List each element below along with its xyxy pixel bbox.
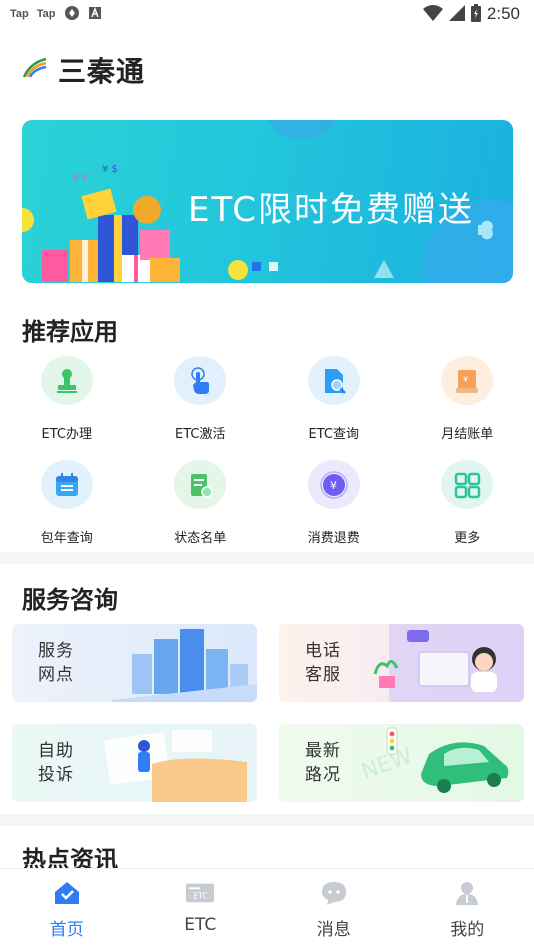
taptap-notification-label: Tap: [36, 8, 56, 20]
promo-banner[interactable]: $ ¥ ¥ $ ETC限时免费赠送: [22, 120, 513, 283]
app-label: 包年查询: [40, 531, 93, 546]
app-label: 月结账单: [441, 427, 494, 442]
nav-label: 首页: [49, 920, 84, 940]
app-label: 消费退费: [307, 531, 360, 546]
message-icon: [319, 879, 349, 907]
recommended-app-grid: ETC办理 ETC激活 ETC查询 ¥ 月结账单 包年查询 状态名单 ¥ 消费退…: [0, 350, 534, 546]
app-title: 三秦通: [58, 55, 146, 88]
app-label: 更多: [454, 531, 481, 546]
app-item-refund[interactable]: ¥ 消费退费: [267, 454, 401, 546]
card-label: 服务网点: [38, 641, 74, 685]
stamp-icon: [40, 356, 93, 405]
nav-label: ETC: [184, 915, 217, 935]
etc-card-icon: ETC: [185, 879, 215, 907]
taptap-notification-label: Tap: [10, 8, 29, 20]
nav-tab-home[interactable]: 首页: [0, 869, 134, 950]
home-icon: [52, 879, 82, 907]
service-card-complaint[interactable]: 自助投诉: [12, 724, 257, 802]
svg-text:¥: ¥: [463, 375, 468, 384]
card-label: 电话客服: [305, 641, 341, 685]
recommended-section-title: 推荐应用: [22, 318, 118, 346]
nav-label: 消息: [316, 920, 351, 940]
nav-tab-profile[interactable]: 我的: [401, 869, 534, 950]
app-item-etc-activate[interactable]: ETC激活: [134, 350, 268, 442]
a-notification-icon: [88, 6, 102, 23]
nav-label: 我的: [450, 920, 485, 940]
app-item-etc-query[interactable]: ETC查询: [267, 350, 401, 442]
app-item-annual-query[interactable]: 包年查询: [0, 454, 134, 546]
app-label: 状态名单: [174, 531, 227, 546]
battery-icon: [470, 3, 481, 25]
list-status-icon: [174, 460, 227, 509]
sync-icon: [64, 5, 80, 24]
banner-headline: ETC限时免费赠送: [188, 190, 474, 230]
signal-icon: [448, 4, 465, 24]
nav-tab-messages[interactable]: 消息: [267, 869, 401, 950]
section-divider: [0, 552, 534, 564]
document-search-icon: [307, 356, 360, 405]
svg-text:¥ $: ¥ $: [102, 164, 118, 175]
tap-hand-icon: [174, 356, 227, 405]
grid-more-icon: [441, 460, 494, 509]
svg-text:¥: ¥: [330, 479, 337, 492]
yuan-coin-icon: ¥: [307, 460, 360, 509]
banner-pagination: [252, 262, 278, 271]
profile-icon: [452, 879, 482, 907]
app-label: ETC办理: [41, 427, 92, 442]
pagination-dot[interactable]: [269, 262, 278, 271]
clock-time: 2:50: [486, 4, 520, 23]
wifi-icon: [422, 4, 443, 24]
status-bar: Tap Tap 2:50: [0, 0, 534, 28]
calendar-icon: [40, 460, 93, 509]
service-card-traffic[interactable]: NEW 最新路况: [279, 724, 524, 802]
app-header: 三秦通: [22, 48, 145, 92]
app-item-monthly-bill[interactable]: ¥ 月结账单: [401, 350, 534, 442]
service-card-outlets[interactable]: 服务网点: [12, 624, 257, 702]
svg-text:ETC: ETC: [194, 892, 208, 901]
bottom-navigation: 首页 ETC ETC 消息 我的: [0, 868, 534, 950]
app-item-status-list[interactable]: 状态名单: [134, 454, 268, 546]
app-item-etc-apply[interactable]: ETC办理: [0, 350, 134, 442]
bill-icon: ¥: [441, 356, 494, 405]
card-label: 自助投诉: [38, 741, 74, 785]
app-item-more[interactable]: 更多: [401, 454, 534, 546]
service-card-hotline[interactable]: 电话客服: [279, 624, 524, 702]
nav-tab-etc[interactable]: ETC ETC: [134, 869, 268, 950]
app-label: ETC查询: [308, 427, 359, 442]
pagination-dot-active[interactable]: [252, 262, 261, 271]
section-divider: [0, 814, 534, 826]
app-label: ETC激活: [175, 427, 226, 442]
services-section-title: 服务咨询: [22, 586, 118, 614]
svg-text:$ ¥: $ ¥: [72, 172, 88, 183]
app-logo-icon: [22, 57, 48, 83]
card-label: 最新路况: [305, 741, 341, 785]
